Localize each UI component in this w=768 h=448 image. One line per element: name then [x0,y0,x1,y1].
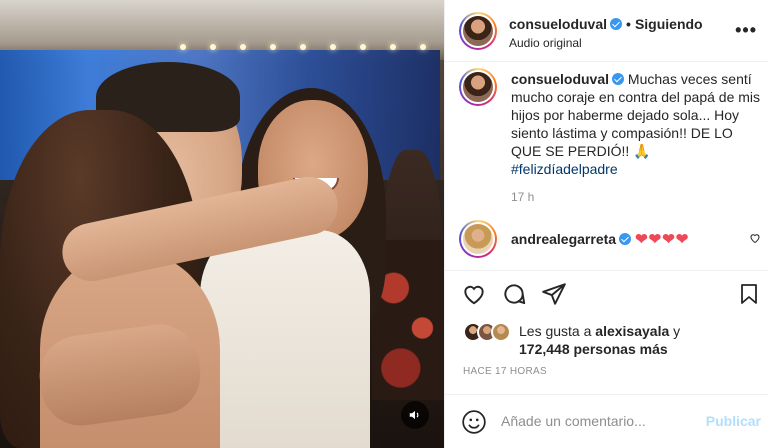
comment-text: ❤❤❤❤ [635,231,690,248]
verified-icon [610,18,623,30]
first-liker[interactable]: alexisayala [595,323,669,339]
more-icon[interactable]: ••• [735,20,757,41]
comment-icon[interactable] [501,281,527,307]
hashtag-link[interactable]: #felizdíadelpadre [511,160,761,178]
post-header: consueloduval • Siguiendo Audio original •… [445,0,768,62]
author-avatar[interactable] [459,12,497,50]
verified-icon [619,233,632,245]
bookmark-icon[interactable] [737,281,761,307]
commenter-username[interactable]: andrealegarreta [511,231,616,247]
publish-button[interactable]: Publicar [706,413,761,429]
liker-avatars[interactable] [463,322,511,342]
emoji-icon[interactable] [461,409,487,435]
likes-prefix: Les gusta a [519,323,596,339]
caption-timestamp[interactable]: 17 h [511,190,534,204]
likes-connector: y [669,323,681,339]
post-panel: consueloduval • Siguiendo Audio original •… [444,0,768,448]
caption-text: consueloduval Muchas veces sentí mucho c… [511,70,761,178]
author-username-row: consueloduval • Siguiendo [509,16,703,32]
separator-dot: • [626,16,631,32]
likes-text: Les gusta a alexisayala y 172,448 person… [519,322,680,358]
comment-input[interactable]: Añade un comentario... [501,413,646,429]
post-date[interactable]: HACE 17 HORAS [463,366,547,377]
comment-like-icon[interactable] [749,232,761,244]
following-button[interactable]: Siguiendo [635,16,703,32]
comment-composer: Añade un comentario... Publicar [445,394,768,448]
verified-icon [612,73,625,85]
commenter-avatar[interactable] [459,220,497,258]
post-video[interactable] [0,0,444,448]
volume-button[interactable] [401,401,429,429]
comment-row: andrealegarreta ❤❤❤❤ [445,220,768,260]
share-icon[interactable] [541,281,567,307]
volume-icon [409,410,419,420]
caption-username[interactable]: consueloduval [511,71,609,87]
string-lights [0,40,444,54]
heart-icon[interactable] [461,281,487,307]
audio-link[interactable]: Audio original [509,36,582,50]
caption-avatar[interactable] [459,68,497,106]
likes-count[interactable]: 172,448 personas más [519,341,668,357]
author-username[interactable]: consueloduval [509,16,607,32]
comment-content: andrealegarreta ❤❤❤❤ [511,230,689,248]
likes-summary: Les gusta a alexisayala y 172,448 person… [463,320,763,360]
man-shirt [200,230,370,448]
action-bar [445,270,768,316]
